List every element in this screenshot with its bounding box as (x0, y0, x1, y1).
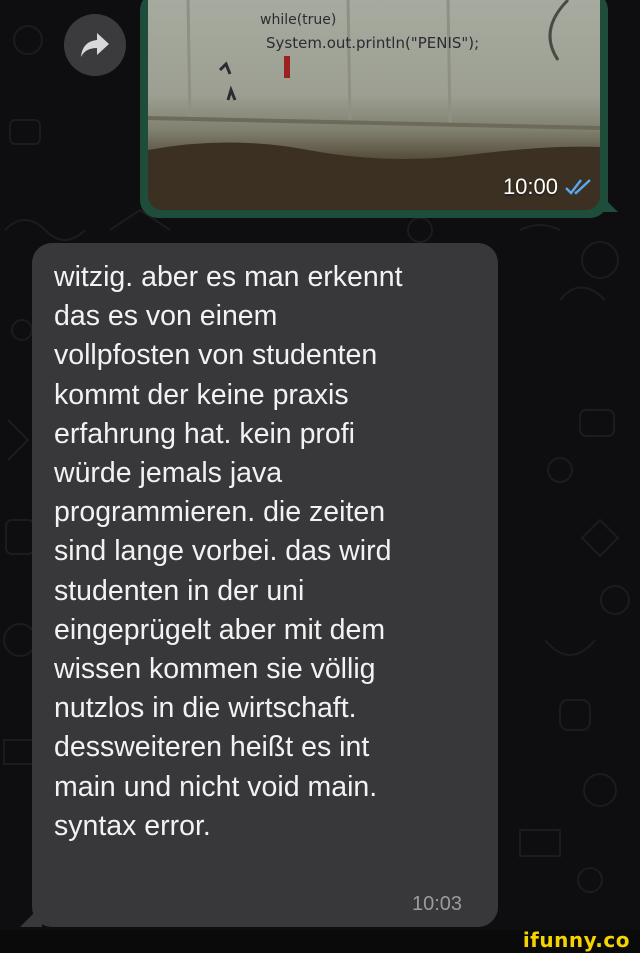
message-timestamp: 10:03 (412, 893, 463, 915)
image-timestamp: 10:00 (502, 174, 558, 199)
graffiti-line-1: while(true) (260, 12, 336, 28)
double-check-icon (565, 179, 591, 195)
message-text: witzig. aber es man erkennt das es von e… (54, 261, 403, 842)
forward-arrow-icon (81, 33, 109, 57)
graffiti-line-2: System.out.println("PENIS"); (266, 34, 479, 52)
ifunny-watermark: ifunny.co (522, 928, 630, 952)
image-timestamp-row: 10:00 (503, 174, 592, 200)
forward-button[interactable] (64, 14, 126, 76)
